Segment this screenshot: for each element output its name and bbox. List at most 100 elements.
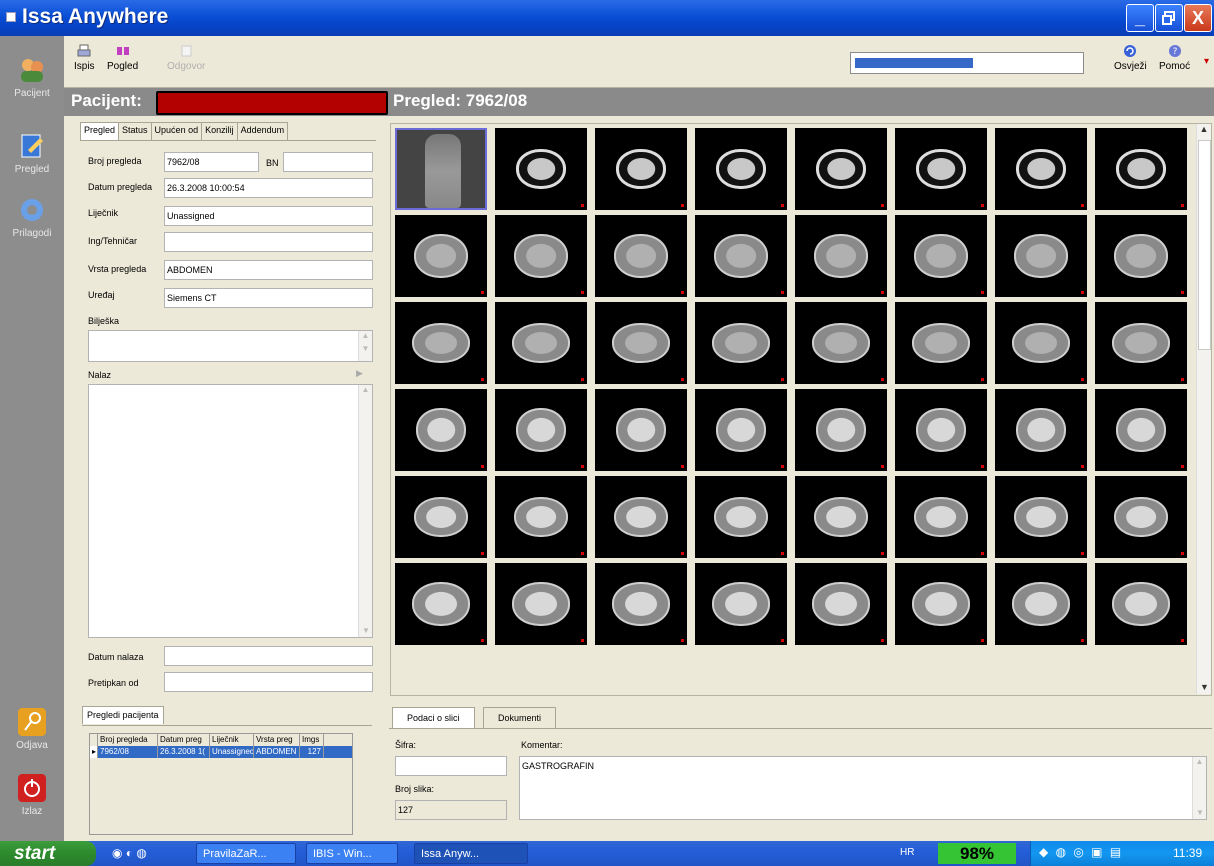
ct-image-thumbnail[interactable] (495, 128, 587, 210)
datum-nalaza-field[interactable] (164, 646, 373, 666)
ct-image-thumbnail[interactable] (795, 563, 887, 645)
ct-image-thumbnail[interactable] (495, 215, 587, 297)
ct-image-thumbnail[interactable] (895, 128, 987, 210)
ct-image-thumbnail[interactable] (995, 389, 1087, 471)
task-issa-anywhere[interactable]: Issa Anyw... (414, 843, 528, 864)
ct-image-thumbnail[interactable] (1095, 476, 1187, 558)
uredaj-field[interactable]: Siemens CT (164, 288, 373, 308)
ct-image-thumbnail[interactable] (495, 476, 587, 558)
scroll-down-icon[interactable]: ▼ (1196, 808, 1204, 817)
close-button[interactable]: X (1184, 4, 1212, 32)
scrollbar-thumb[interactable] (1198, 140, 1211, 350)
scroll-down-icon[interactable]: ▼ (359, 344, 372, 353)
ct-image-thumbnail[interactable] (595, 128, 687, 210)
task-ibis[interactable]: IBIS - Win... (306, 843, 398, 864)
table-row[interactable]: ▸ 7962/08 26.3.2008 1( Unassignec ABDOME… (90, 746, 352, 758)
ct-image-thumbnail[interactable] (395, 476, 487, 558)
ct-image-thumbnail[interactable] (895, 302, 987, 384)
language-indicator[interactable]: HR (900, 847, 914, 858)
ct-image-thumbnail[interactable] (395, 215, 487, 297)
ct-image-thumbnail[interactable] (995, 476, 1087, 558)
nalaz-expand-icon[interactable]: ▶ (356, 368, 363, 379)
ct-image-thumbnail[interactable] (595, 389, 687, 471)
ct-image-thumbnail[interactable] (795, 215, 887, 297)
nav-item-izlaz[interactable]: Izlaz (0, 774, 64, 817)
tab-podaci-o-slici[interactable]: Podaci o slici (392, 707, 475, 729)
pogled-button[interactable]: Pogled (107, 44, 138, 72)
scroll-up-icon[interactable]: ▲ (1197, 124, 1211, 134)
tab-addendum[interactable]: Addendum (236, 122, 289, 140)
ct-image-thumbnail[interactable] (595, 215, 687, 297)
tab-upucen-od[interactable]: Upućen od (150, 122, 203, 140)
task-pravilazar[interactable]: PravilaZaR... (196, 843, 296, 864)
ct-image-thumbnail[interactable] (595, 476, 687, 558)
datum-pregleda-field[interactable]: 26.3.2008 10:00:54 (164, 178, 373, 198)
bn-field[interactable] (283, 152, 373, 172)
pretipkan-field[interactable] (164, 672, 373, 692)
ct-image-thumbnail[interactable] (495, 389, 587, 471)
ct-image-thumbnail[interactable] (395, 128, 487, 210)
broj-pregleda-field[interactable]: 7962/08 (164, 152, 259, 172)
osvjezi-button[interactable]: Osvježi (1114, 44, 1147, 72)
komentar-textarea[interactable]: GASTROGRAFIN (519, 756, 1207, 820)
vrsta-field[interactable]: ABDOMEN (164, 260, 373, 280)
biljeska-textarea[interactable] (88, 330, 373, 362)
column-header[interactable]: Liječnik (210, 734, 254, 746)
tab-pregledi-pacijenta[interactable]: Pregledi pacijenta (82, 706, 164, 724)
ct-image-thumbnail[interactable] (895, 389, 987, 471)
ct-image-thumbnail[interactable] (995, 128, 1087, 210)
ct-image-thumbnail[interactable] (1095, 389, 1187, 471)
scroll-up-icon[interactable]: ▲ (1193, 757, 1206, 766)
column-header[interactable]: Vrsta preg (254, 734, 300, 746)
biljeska-scrollbar[interactable]: ▲ ▼ (358, 331, 372, 361)
ct-image-thumbnail[interactable] (995, 302, 1087, 384)
ct-image-thumbnail[interactable] (595, 563, 687, 645)
column-header[interactable]: Imgs (300, 734, 324, 746)
maximize-button[interactable] (1155, 4, 1183, 32)
ct-image-thumbnail[interactable] (695, 563, 787, 645)
ct-image-thumbnail[interactable] (895, 476, 987, 558)
ct-image-thumbnail[interactable] (695, 215, 787, 297)
nav-item-prilagodi[interactable]: Prilagodi (0, 196, 64, 239)
nav-item-pacijent[interactable]: Pacijent (0, 56, 64, 99)
tab-status[interactable]: Status (118, 122, 152, 140)
tray-icons[interactable]: ◆ ◍ ◎ ▣ ▤ (1039, 845, 1123, 859)
scroll-down-icon[interactable]: ▼ (1200, 682, 1209, 692)
ct-image-thumbnail[interactable] (895, 215, 987, 297)
ct-image-thumbnail[interactable] (395, 302, 487, 384)
scroll-up-icon[interactable]: ▲ (359, 331, 372, 340)
nav-item-pregled[interactable]: Pregled (0, 132, 64, 175)
minimize-button[interactable]: _ (1126, 4, 1154, 32)
tab-dokumenti[interactable]: Dokumenti (483, 707, 557, 729)
start-button[interactable]: start (0, 841, 96, 866)
ct-image-thumbnail[interactable] (1095, 302, 1187, 384)
ct-image-thumbnail[interactable] (995, 215, 1087, 297)
ct-image-thumbnail[interactable] (795, 302, 887, 384)
ct-image-thumbnail[interactable] (695, 302, 787, 384)
ispis-button[interactable]: Ispis (74, 44, 95, 72)
overflow-arrow-icon[interactable]: ▾ (1204, 56, 1209, 67)
ct-image-thumbnail[interactable] (795, 476, 887, 558)
ct-image-thumbnail[interactable] (395, 563, 487, 645)
ct-image-thumbnail[interactable] (695, 476, 787, 558)
ct-image-thumbnail[interactable] (795, 389, 887, 471)
nalaz-textarea[interactable] (88, 384, 373, 638)
odgovor-button[interactable]: Odgovor (167, 44, 205, 72)
ct-image-thumbnail[interactable] (695, 389, 787, 471)
tab-pregled[interactable]: Pregled (80, 122, 120, 140)
komentar-scrollbar[interactable]: ▲ ▼ (1192, 757, 1206, 819)
column-header[interactable]: Broj pregleda (98, 734, 158, 746)
nav-item-odjava[interactable]: Odjava (0, 708, 64, 751)
column-header[interactable]: Datum preg (158, 734, 210, 746)
scroll-up-icon[interactable]: ▲ (359, 385, 372, 394)
scroll-down-icon[interactable]: ▼ (362, 626, 370, 635)
ct-image-thumbnail[interactable] (1095, 563, 1187, 645)
ct-image-thumbnail[interactable] (495, 302, 587, 384)
ct-image-thumbnail[interactable] (395, 389, 487, 471)
ct-image-thumbnail[interactable] (495, 563, 587, 645)
ct-image-thumbnail[interactable] (1095, 215, 1187, 297)
ct-image-thumbnail[interactable] (795, 128, 887, 210)
tab-konzilij[interactable]: Konzilij (201, 122, 238, 140)
image-grid-scrollbar[interactable]: ▲ ▼ (1196, 124, 1211, 694)
quick-launch-icons[interactable]: ◉ ◐ ◍ (112, 846, 147, 860)
